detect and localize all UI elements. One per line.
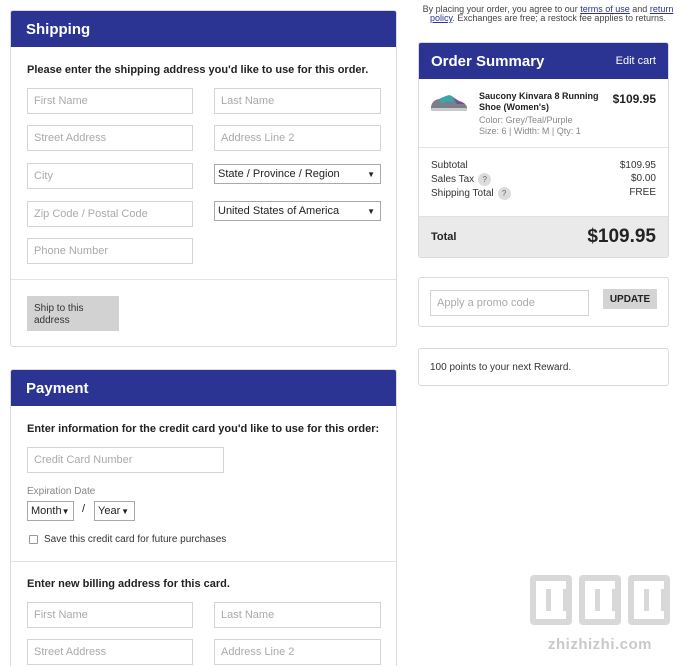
shipping-city-input[interactable]: City <box>27 163 193 189</box>
shipping-phone-input[interactable]: Phone Number <box>27 238 193 264</box>
product-shoe-image <box>431 95 467 111</box>
subtotal-value: $109.95 <box>619 160 656 171</box>
shipping-header: Shipping <box>11 11 396 47</box>
watermark-glyph <box>579 575 621 625</box>
order-summary-title: Order Summary <box>431 52 545 70</box>
product-color: Color: Grey/Teal/Purple <box>479 115 573 125</box>
billing-address2-input[interactable]: Address Line 2 <box>214 639 381 665</box>
total-value: $109.95 <box>587 226 656 247</box>
billing-instruction: Enter new billing address for this card. <box>27 578 230 590</box>
sales-tax-label: Sales Tax <box>431 174 475 186</box>
watermark-glyph <box>530 575 572 625</box>
watermark-glyph <box>628 575 670 625</box>
product-price: $109.95 <box>612 92 656 106</box>
state-select-value: State / Province / Region <box>218 168 340 180</box>
watermark: zhizhizhi.com <box>530 575 670 660</box>
reward-text: 100 points to your next Reward. <box>430 362 572 373</box>
shipping-title: Shipping <box>26 20 91 38</box>
edit-cart-link[interactable]: Edit cart <box>616 55 656 67</box>
country-select[interactable]: United States of America ▼ <box>214 201 381 221</box>
update-button[interactable]: UPDATE <box>603 289 657 309</box>
chevron-down-icon: ▼ <box>61 506 70 516</box>
month-select-value: Month <box>31 505 62 517</box>
shipping-instruction: Please enter the shipping address you'd … <box>27 64 369 76</box>
shipping-address2-input[interactable]: Address Line 2 <box>214 125 381 151</box>
subtotal-label: Subtotal <box>431 160 468 171</box>
expiration-label: Expiration Date <box>27 486 96 497</box>
shipping-total-row: Shipping Total? FREE <box>431 187 656 200</box>
payment-title: Payment <box>26 379 89 397</box>
chevron-down-icon: ▼ <box>367 169 375 179</box>
subtotal-row: Subtotal $109.95 <box>431 160 656 171</box>
product-details: Size: 6 | Width: M | Qty: 1 <box>479 126 581 136</box>
product-name: Saucony Kinvara 8 Running Shoe (Women's) <box>479 91 599 112</box>
divider <box>419 147 668 148</box>
ship-to-address-button[interactable]: Ship to this address <box>27 296 119 331</box>
month-select[interactable]: Month ▼ <box>27 501 74 521</box>
save-card-label: Save this credit card for future purchas… <box>44 534 227 545</box>
legal-notice: By placing your order, you agree to our … <box>418 5 678 23</box>
help-icon[interactable]: ? <box>478 173 492 186</box>
order-summary-header: Order Summary Edit cart <box>419 43 668 79</box>
help-icon[interactable]: ? <box>497 187 511 200</box>
divider <box>11 561 396 562</box>
order-summary-panel: Order Summary Edit cart Saucony Kinvara … <box>418 42 669 258</box>
year-select[interactable]: Year ▼ <box>94 501 135 521</box>
shipping-zip-input[interactable]: Zip Code / Postal Code <box>27 201 193 227</box>
legal-suffix: . Exchanges are free; a restock fee appl… <box>452 13 666 23</box>
billing-first-name-input[interactable]: First Name <box>27 602 193 628</box>
state-select[interactable]: State / Province / Region ▼ <box>214 164 381 184</box>
promo-code-input[interactable]: Apply a promo code <box>430 290 589 316</box>
chevron-down-icon: ▼ <box>121 506 129 516</box>
date-separator: / <box>82 503 86 515</box>
year-select-value: Year <box>98 505 121 517</box>
payment-panel: Payment Enter information for the credit… <box>10 369 397 666</box>
watermark-text: zhizhizhi.com <box>548 636 652 653</box>
shipping-panel: Shipping Please enter the shipping addre… <box>10 10 397 347</box>
country-select-value: United States of America <box>218 205 340 217</box>
shipping-total-value: FREE <box>629 187 656 198</box>
save-card-checkbox[interactable] <box>29 535 38 544</box>
payment-instruction: Enter information for the credit card yo… <box>27 423 380 435</box>
sales-tax-value: $0.00 <box>630 173 656 184</box>
rewards-panel: 100 points to your next Reward. <box>418 348 669 386</box>
billing-street-input[interactable]: Street Address <box>27 639 193 665</box>
divider <box>11 279 396 280</box>
credit-card-input[interactable]: Credit Card Number <box>27 447 224 473</box>
billing-last-name-input[interactable]: Last Name <box>214 602 381 628</box>
promo-panel: Apply a promo code UPDATE <box>418 277 669 327</box>
sales-tax-row: Sales Tax? $0.00 <box>431 173 656 186</box>
shipping-first-name-input[interactable]: First Name <box>27 88 193 114</box>
payment-header: Payment <box>11 370 396 406</box>
shipping-total-label: Shipping Total <box>431 188 494 200</box>
watermark-logo <box>530 575 670 630</box>
total-bar: Total $109.95 <box>419 216 668 257</box>
shipping-last-name-input[interactable]: Last Name <box>214 88 381 114</box>
chevron-down-icon: ▼ <box>367 206 375 216</box>
total-label: Total <box>431 231 457 243</box>
shipping-street-input[interactable]: Street Address <box>27 125 193 151</box>
